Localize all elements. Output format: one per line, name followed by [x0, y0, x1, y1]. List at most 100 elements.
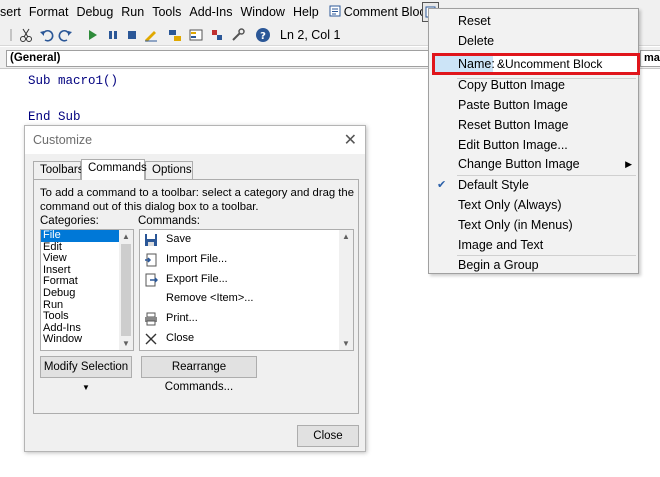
command-label: Save: [166, 233, 192, 245]
break-button[interactable]: [105, 27, 121, 43]
cut-button[interactable]: [18, 27, 34, 43]
menu-item-text-only-menus[interactable]: Text Only (in Menus): [429, 215, 638, 235]
categories-list[interactable]: File Edit View Insert Format Debug Run T…: [40, 229, 134, 351]
design-mode-button[interactable]: [143, 27, 159, 43]
list-item[interactable]: Export File...: [140, 270, 353, 290]
commands-label: Commands:: [138, 215, 200, 227]
print-icon: [144, 312, 158, 326]
properties-button[interactable]: [188, 27, 204, 43]
categories-scrollbar[interactable]: ▲ ▼: [119, 230, 133, 350]
menu-insert[interactable]: sert: [0, 5, 25, 19]
menu-run[interactable]: Run: [117, 5, 148, 19]
rearrange-commands-button[interactable]: Rearrange Commands...: [141, 356, 257, 393]
procedure-combobox[interactable]: mac: [640, 50, 660, 67]
list-item[interactable]: Remove <Item>...: [140, 289, 353, 309]
reset-button[interactable]: [124, 27, 140, 43]
menu-item-begin-a-group[interactable]: Begin a Group: [429, 255, 638, 275]
instruction-text: To add a command to a toolbar: select a …: [40, 187, 354, 213]
toolbar-overflow[interactable]: [3, 27, 19, 43]
pause-icon: [109, 31, 117, 39]
toolbox-button[interactable]: [230, 27, 246, 43]
commands-list[interactable]: Save Import File... Export File... Remov…: [139, 229, 354, 351]
save-icon: [144, 233, 158, 247]
list-item[interactable]: Tools: [41, 311, 121, 323]
menu-item-image-and-text[interactable]: Image and Text: [429, 235, 638, 255]
code-line-1: Sub macro1(): [28, 74, 119, 88]
commands-tab-panel: To add a command to a toolbar: select a …: [33, 179, 359, 414]
object-browser-button[interactable]: [209, 27, 225, 43]
scroll-down-icon[interactable]: ▼: [122, 339, 130, 348]
tab-commands[interactable]: Commands: [81, 159, 147, 180]
tab-options[interactable]: Options: [145, 161, 193, 179]
command-label: Remove <Item>...: [166, 292, 254, 305]
menu-debug[interactable]: Debug: [72, 5, 117, 19]
dialog-title: Customize: [33, 133, 93, 147]
list-item[interactable]: File: [41, 230, 121, 242]
comment-block-label: Comment Block: [343, 5, 432, 19]
menu-item-paste-button-image[interactable]: Paste Button Image: [429, 95, 638, 115]
modify-selection-button[interactable]: Modify Selection ▼: [40, 356, 132, 392]
list-item[interactable]: Import File...: [140, 250, 353, 270]
separator-icon: [10, 29, 12, 41]
menu-tools[interactable]: Tools: [148, 5, 185, 19]
close-button[interactable]: Close: [297, 425, 359, 447]
scroll-thumb[interactable]: [121, 244, 131, 336]
name-label: Name:: [435, 56, 495, 72]
undo-button[interactable]: [39, 27, 55, 43]
list-item[interactable]: Close: [140, 329, 353, 349]
menu-comment-block[interactable]: Comment Block: [323, 5, 436, 19]
command-label: Export File...: [166, 272, 228, 285]
properties-icon: [189, 29, 203, 41]
customize-dialog: Customize ✕ Toolbars Commands Options To…: [24, 125, 366, 452]
list-item[interactable]: Save: [140, 230, 353, 250]
help-button[interactable]: ?: [255, 27, 271, 43]
command-label: Import File...: [166, 252, 228, 265]
menu-item-default-style[interactable]: ✔ Default Style: [429, 175, 638, 195]
menu-item-copy-button-image[interactable]: Copy Button Image: [429, 75, 638, 95]
modify-selection-label: Modify Selection: [43, 361, 129, 373]
import-file-icon: [144, 253, 158, 267]
list-item[interactable]: Window: [41, 334, 121, 346]
redo-icon: [58, 30, 72, 42]
menu-item-reset[interactable]: Reset: [429, 11, 638, 31]
command-label: Close: [166, 331, 195, 344]
export-file-icon: [144, 273, 158, 287]
toolbox-icon: [232, 28, 245, 41]
tab-toolbars[interactable]: Toolbars: [33, 161, 83, 179]
comment-block-icon: [329, 5, 341, 17]
dropdown-arrow-icon: ▼: [82, 383, 90, 392]
menu-item-change-button-image[interactable]: Change Button Image ▶: [429, 154, 638, 174]
run-button[interactable]: [84, 27, 100, 43]
default-style-label: Default Style: [458, 178, 529, 192]
help-icon: ?: [256, 28, 270, 42]
menu-item-text-only-always[interactable]: Text Only (Always): [429, 195, 638, 215]
name-input[interactable]: &Uncomment Block: [497, 56, 602, 72]
scroll-up-icon[interactable]: ▲: [342, 232, 350, 241]
menu-item-edit-button-image[interactable]: Edit Button Image...: [429, 135, 638, 155]
menu-help[interactable]: Help: [289, 5, 323, 19]
commands-scrollbar[interactable]: ▲ ▼: [339, 230, 353, 350]
menu-item-delete[interactable]: Delete: [429, 31, 638, 51]
scroll-up-icon[interactable]: ▲: [122, 232, 130, 241]
change-image-label: Change Button Image: [458, 157, 580, 171]
menu-format[interactable]: Format: [25, 5, 73, 19]
dialog-close-icon[interactable]: ✕: [344, 130, 357, 150]
code-window[interactable]: Sub macro1() End Sub: [28, 72, 118, 126]
close-x-icon: [144, 332, 158, 346]
cursor-position: Ln 2, Col 1: [280, 28, 341, 42]
name-field-row: Name: &Uncomment Block: [432, 53, 640, 75]
command-label: Print...: [166, 312, 198, 325]
list-item[interactable]: Print...: [140, 309, 353, 329]
list-item[interactable]: Debug: [41, 287, 121, 300]
redo-button[interactable]: [57, 27, 73, 43]
menu-add-ins[interactable]: Add-Ins: [185, 5, 236, 19]
code-line-3: End Sub: [28, 110, 81, 124]
object-combobox[interactable]: (General): [6, 50, 436, 67]
menu-item-reset-button-image[interactable]: Reset Button Image: [429, 115, 638, 135]
scroll-down-icon[interactable]: ▼: [342, 339, 350, 348]
checkmark-icon: ✔: [437, 179, 447, 191]
undo-icon: [40, 30, 54, 42]
project-explorer-button[interactable]: [167, 27, 183, 43]
menu-window[interactable]: Window: [237, 5, 289, 19]
